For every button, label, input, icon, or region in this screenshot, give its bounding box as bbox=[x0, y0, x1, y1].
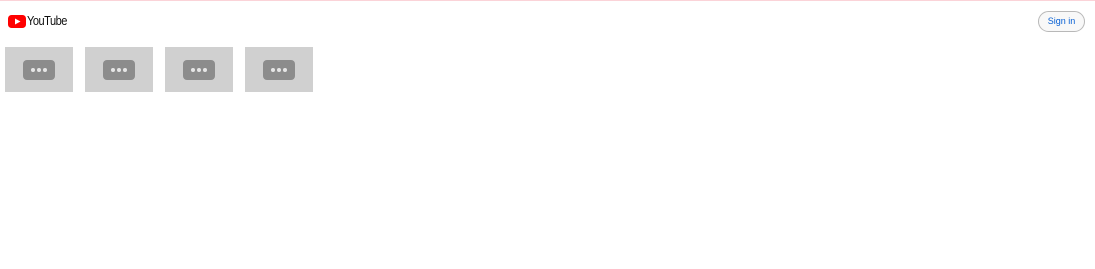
more-horiz-icon bbox=[23, 60, 55, 80]
more-horiz-icon bbox=[183, 60, 215, 80]
more-horiz-icon bbox=[103, 60, 135, 80]
youtube-play-icon bbox=[8, 14, 26, 28]
more-horiz-icon bbox=[263, 60, 295, 80]
video-thumbnail[interactable] bbox=[245, 47, 313, 92]
video-thumbnail[interactable] bbox=[85, 47, 153, 92]
youtube-logo[interactable]: YouTube bbox=[8, 13, 74, 29]
video-thumbnail[interactable] bbox=[165, 47, 233, 92]
video-thumbnail[interactable] bbox=[5, 47, 73, 92]
sign-in-button[interactable]: Sign in bbox=[1038, 11, 1085, 32]
header: YouTube Sign in bbox=[0, 1, 1095, 41]
logo-wordmark: YouTube bbox=[27, 13, 67, 28]
